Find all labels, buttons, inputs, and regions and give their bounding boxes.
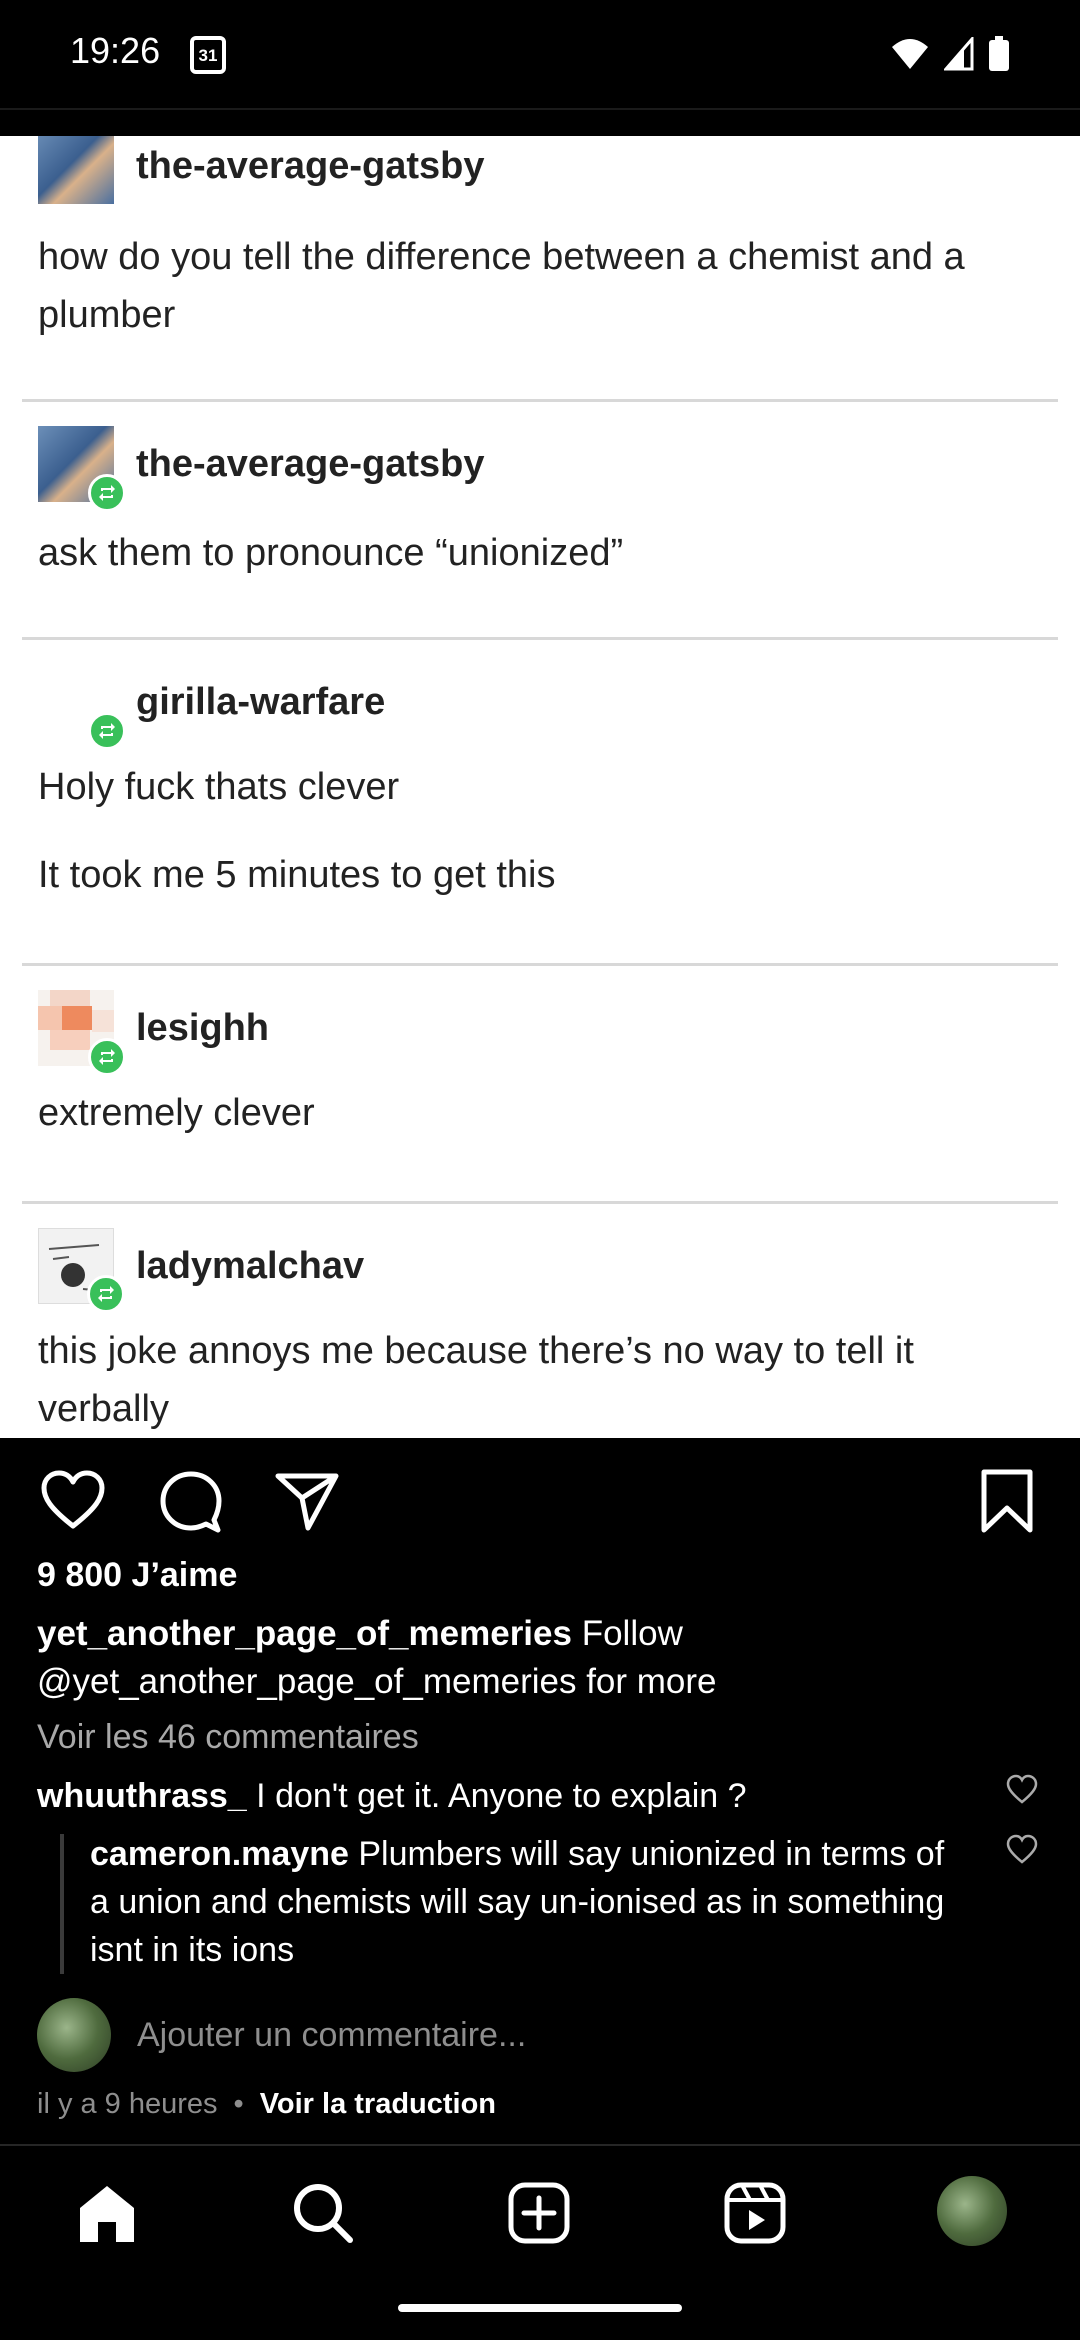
- system-icons: [890, 34, 1010, 74]
- post-actions: [0, 1450, 1080, 1550]
- comment-username[interactable]: whuuthrass_: [37, 1777, 247, 1815]
- reblog-icon: [88, 1038, 126, 1076]
- translate-link[interactable]: Voir la traduction: [260, 2088, 496, 2121]
- tumblr-user: the-average-gatsby: [38, 136, 484, 204]
- comment-text: I don't get it. Anyone to explain ?: [256, 1777, 747, 1815]
- post-caption: yet_another_page_of_memeries Follow @yet…: [37, 1610, 1037, 1706]
- avatar: [38, 1228, 125, 1313]
- tumblr-text: how do you tell the difference between a…: [38, 236, 965, 336]
- battery-icon: [989, 36, 1009, 71]
- reblog-icon: [87, 1275, 125, 1313]
- comment-like-icon[interactable]: [1006, 1834, 1038, 1866]
- status-time: 19:26: [70, 30, 161, 71]
- bookmark-icon[interactable]: [974, 1468, 1040, 1534]
- home-icon[interactable]: [74, 2180, 140, 2246]
- reply-thread-line: [60, 1834, 64, 1974]
- tumblr-text: this joke annoys me because there’s no w…: [38, 1330, 914, 1430]
- tumblr-text: extremely clever: [38, 1092, 315, 1134]
- avatar: [38, 990, 126, 1076]
- comment: whuuthrass_ I don't get it. Anyone to ex…: [37, 1772, 987, 1820]
- wifi-icon: [892, 39, 928, 69]
- profile-avatar[interactable]: [937, 2176, 1007, 2246]
- comment-icon[interactable]: [158, 1468, 224, 1534]
- tumblr-username: the-average-gatsby: [136, 144, 485, 187]
- comment-reply: cameron.mayne Plumbers will say unionize…: [90, 1830, 970, 1974]
- avatar: [38, 136, 114, 204]
- likes-count[interactable]: 9 800 J’aime: [37, 1556, 237, 1595]
- comment-username[interactable]: cameron.mayne: [90, 1835, 349, 1873]
- reblog-icon: [88, 474, 126, 512]
- heart-icon[interactable]: [40, 1468, 106, 1534]
- avatar: [38, 426, 126, 512]
- tumblr-username: the-average-gatsby: [136, 442, 485, 485]
- post-image[interactable]: the-average-gatsby how do you tell the d…: [0, 136, 1080, 1438]
- post-timestamp: il y a 9 heures: [37, 2088, 218, 2120]
- comment-like-icon[interactable]: [1006, 1774, 1038, 1806]
- avatar: [37, 1998, 111, 2072]
- post-meta: il y a 9 heures • Voir la traduction: [37, 2088, 496, 2121]
- tumblr-username: ladymalchav: [136, 1244, 365, 1287]
- header-divider: [0, 108, 1080, 110]
- add-comment-row[interactable]: Ajouter un commentaire...: [37, 1998, 526, 2072]
- tumblr-username: girilla-warfare: [136, 680, 386, 723]
- home-indicator[interactable]: [398, 2304, 682, 2312]
- caption-username[interactable]: yet_another_page_of_memeries: [37, 1614, 572, 1653]
- tumblr-user: lesighh: [38, 990, 270, 1076]
- tumblr-text: It took me 5 minutes to get this: [38, 854, 556, 896]
- add-comment-input[interactable]: Ajouter un commentaire...: [137, 2016, 526, 2055]
- avatar: [38, 664, 126, 750]
- signal-icon: [944, 37, 974, 71]
- view-comments-link[interactable]: Voir les 46 commentaires: [37, 1718, 419, 1757]
- bottom-nav: [0, 2146, 1080, 2276]
- create-icon[interactable]: [506, 2180, 572, 2246]
- tumblr-text: ask them to pronounce “unionized”: [38, 532, 624, 574]
- reels-icon[interactable]: [722, 2180, 788, 2246]
- calendar-icon: 31: [190, 36, 226, 74]
- meta-separator: •: [233, 2088, 244, 2120]
- tumblr-user: girilla-warfare: [38, 664, 386, 750]
- status-bar: 19:26 31: [0, 0, 1080, 108]
- reblog-icon: [88, 712, 126, 750]
- search-icon[interactable]: [290, 2180, 356, 2246]
- tumblr-user: the-average-gatsby: [38, 426, 485, 512]
- calendar-day: 31: [198, 46, 218, 65]
- tumblr-user: ladymalchav: [38, 1228, 365, 1313]
- tumblr-text: Holy fuck thats clever: [38, 766, 400, 808]
- tumblr-username: lesighh: [136, 1006, 270, 1049]
- send-icon[interactable]: [274, 1468, 340, 1534]
